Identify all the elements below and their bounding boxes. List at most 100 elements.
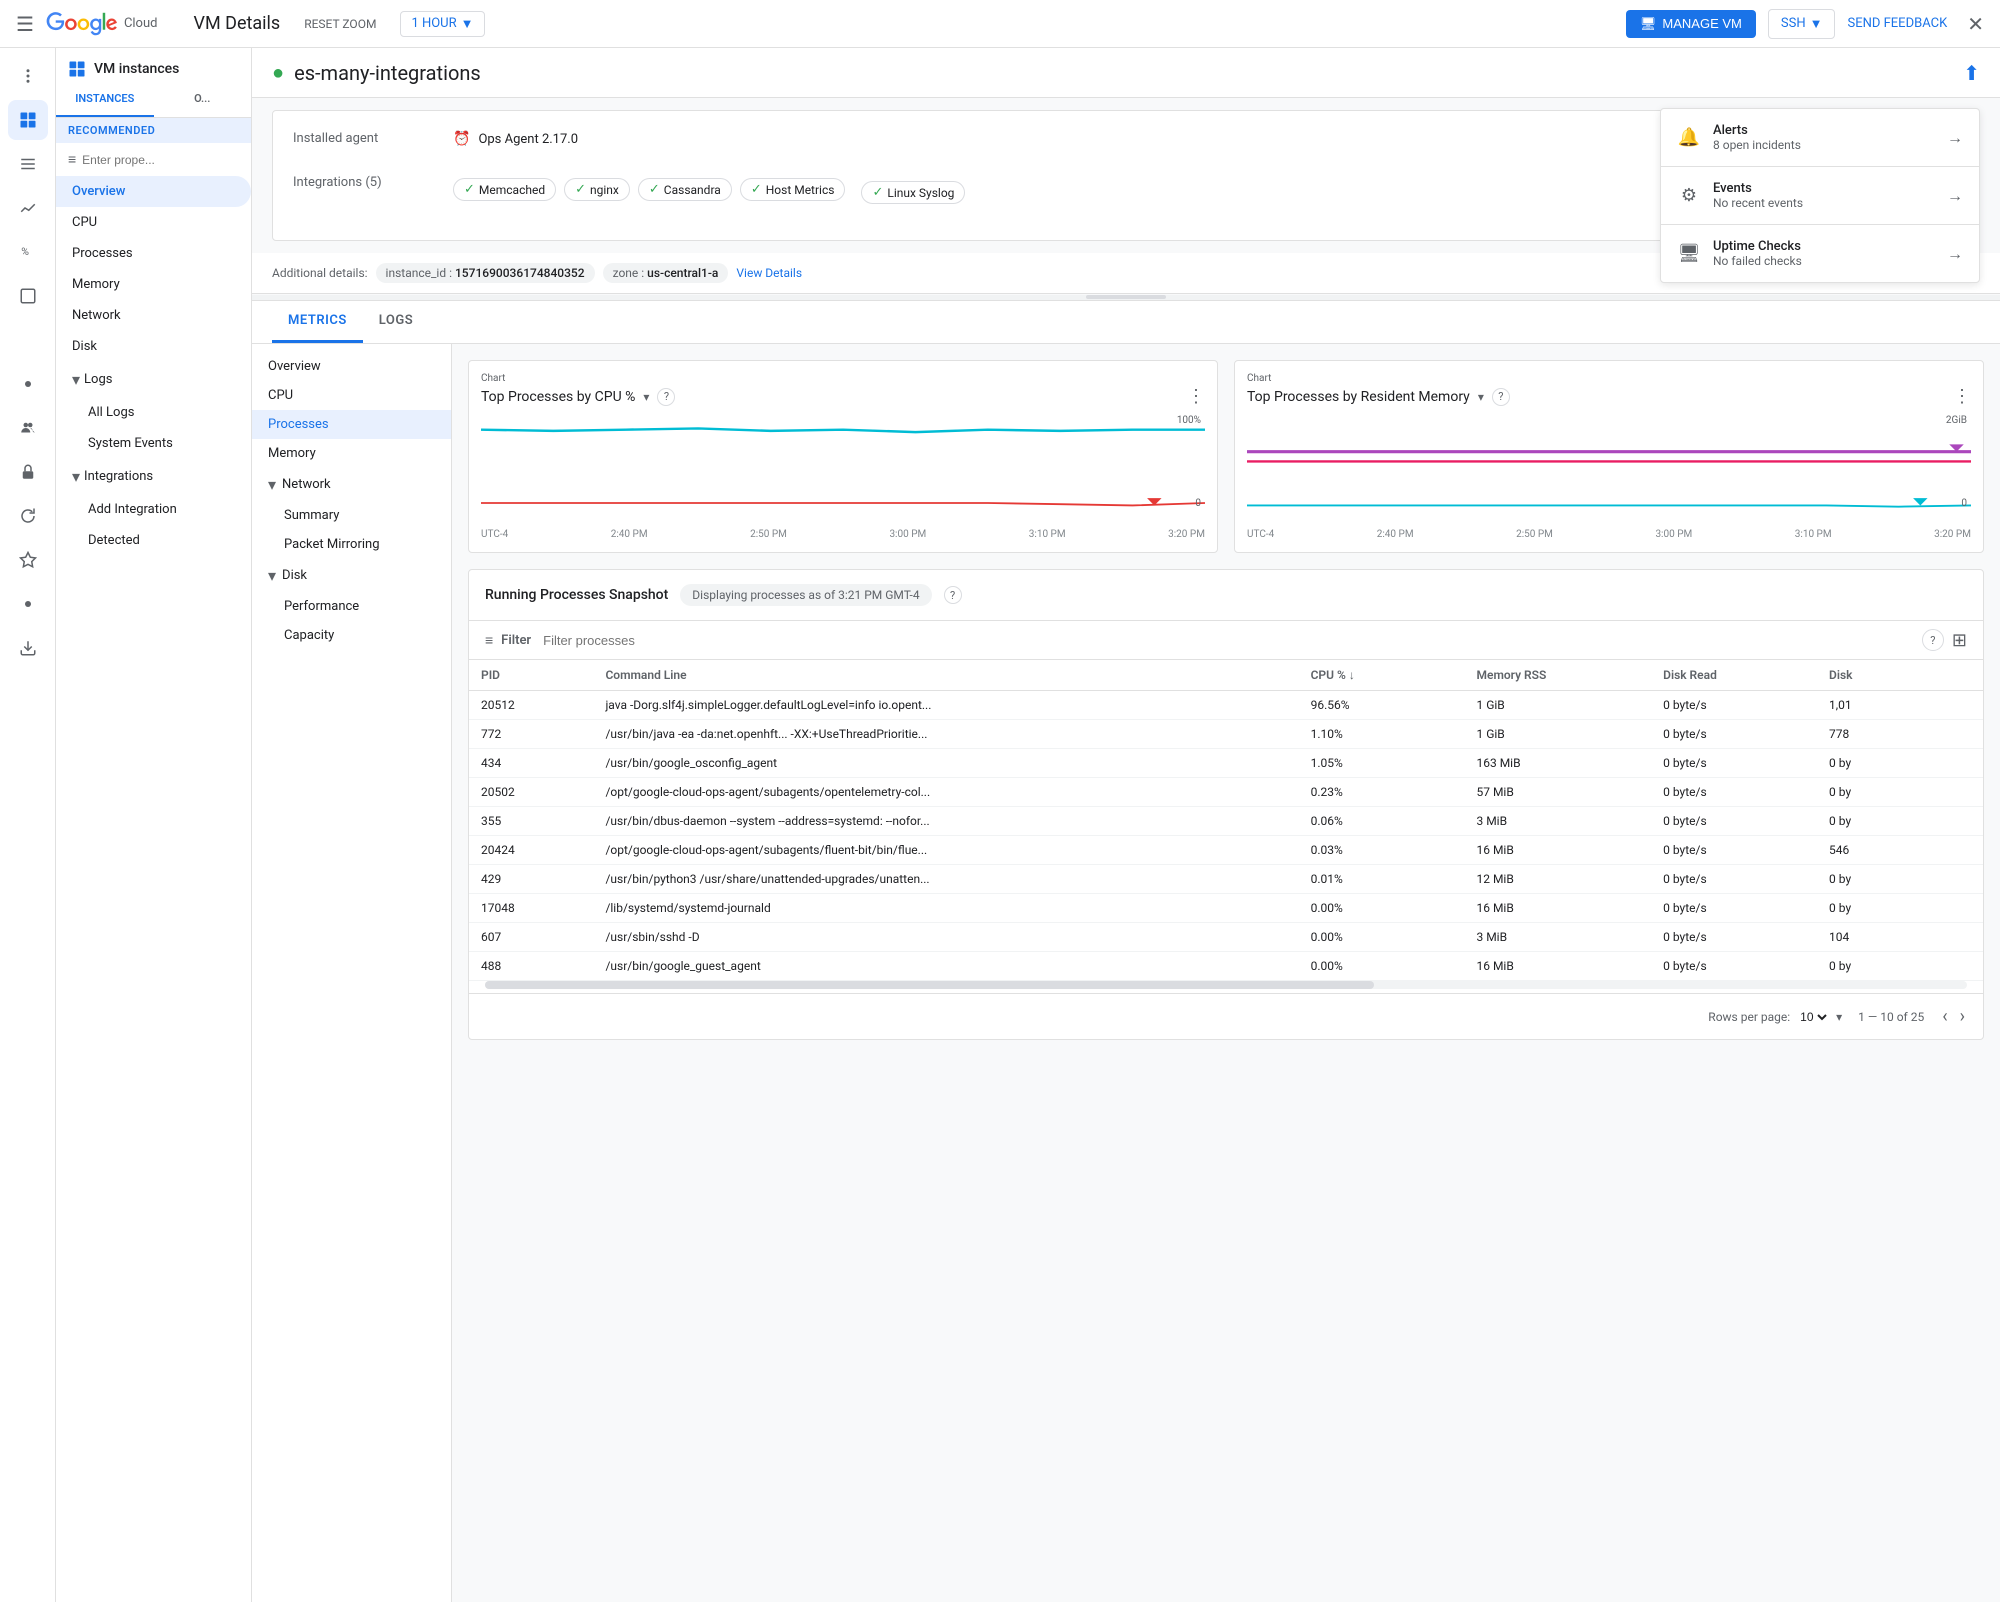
nav-item-cpu[interactable]: CPU [56, 207, 251, 238]
prev-page-button[interactable]: ‹ [1940, 1004, 1949, 1029]
arrow-right-icon: → [1947, 128, 1963, 148]
cell-dwrite: 0 by [1817, 865, 1983, 894]
tree-summary[interactable]: Summary [252, 501, 451, 530]
nav-item-logs[interactable]: ▾ Logs [56, 362, 251, 397]
close-button[interactable]: ✕ [1967, 12, 1984, 36]
filter-processes-input[interactable] [543, 633, 1914, 648]
view-details-link[interactable]: View Details [736, 266, 802, 280]
chevron-disk-icon: ▾ [268, 566, 276, 585]
filter-help-icon[interactable]: ? [1922, 629, 1944, 651]
snapshot-header: Running Processes Snapshot Displaying pr… [469, 570, 1983, 621]
sidebar-icon-box[interactable] [8, 276, 48, 316]
nav-item-disk[interactable]: Disk [56, 331, 251, 362]
sidebar-icon-groups[interactable] [8, 408, 48, 448]
cell-mem: 16 MiB [1464, 836, 1651, 865]
chart-cpu-time-axis: UTC-4 2:40 PM 2:50 PM 3:00 PM 3:10 PM 3:… [481, 529, 1205, 540]
tree-cpu[interactable]: CPU [252, 381, 451, 410]
columns-icon[interactable]: ⊞ [1952, 630, 1967, 651]
tree-capacity[interactable]: Capacity [252, 621, 451, 650]
tab-other[interactable]: O... [154, 82, 252, 117]
time-selector[interactable]: 1 HOUR ▼ [400, 11, 484, 37]
nav-item-memory[interactable]: Memory [56, 269, 251, 300]
tab-instances[interactable]: INSTANCES [56, 82, 154, 117]
sidebar-icon-dot2[interactable] [8, 584, 48, 624]
chart-mem-dropdown-icon[interactable]: ▾ [1478, 390, 1484, 404]
tree-disk[interactable]: ▾ Disk [252, 559, 451, 592]
check-icon-5: ✓ [872, 185, 883, 200]
sidebar-icon-download[interactable] [8, 628, 48, 668]
nav-item-integrations[interactable]: ▾ Integrations [56, 459, 251, 494]
nav-item-detected[interactable]: Detected [56, 525, 251, 556]
table-row: 772 /usr/bin/java -ea -da:net.openhft...… [469, 720, 1983, 749]
sidebar-title: VM instances [56, 48, 251, 82]
expand-icon[interactable]: ⬆ [1963, 61, 1980, 85]
chart-row: Chart Top Processes by CPU % ▾ ? ⋮ 100% … [468, 360, 1984, 553]
sidebar-icon-lock[interactable] [8, 452, 48, 492]
cell-dread: 0 byte/s [1651, 749, 1817, 778]
chart-mem-y-max: 2GiB [1946, 415, 1967, 426]
sidebar-icon-dots[interactable] [8, 56, 48, 96]
table-row: 434 /usr/bin/google_osconfig_agent 1.05%… [469, 749, 1983, 778]
nav-item-add-integration[interactable]: Add Integration [56, 494, 251, 525]
tree-performance[interactable]: Performance [252, 592, 451, 621]
cell-cpu: 0.00% [1299, 923, 1465, 952]
nav-item-system-events[interactable]: System Events [56, 428, 251, 459]
cell-pid: 434 [469, 749, 593, 778]
chart-cpu-help-icon[interactable]: ? [657, 388, 675, 406]
tree-packet-mirroring[interactable]: Packet Mirroring [252, 530, 451, 559]
sidebar-icon-percent[interactable]: % [8, 232, 48, 272]
sidebar-icon-chart[interactable] [8, 188, 48, 228]
nav-item-all-logs[interactable]: All Logs [56, 397, 251, 428]
cell-pid: 429 [469, 865, 593, 894]
next-page-button[interactable]: › [1958, 1004, 1967, 1029]
snapshot-help-icon[interactable]: ? [944, 586, 962, 604]
rows-per-page: Rows per page: 10 25 50 ▾ [1708, 1009, 1842, 1025]
cell-dwrite: 104 [1817, 923, 1983, 952]
cell-dread: 0 byte/s [1651, 865, 1817, 894]
zone-key: zone [613, 266, 639, 280]
time-value: 1 HOUR [411, 16, 456, 31]
sidebar-icon-star[interactable] [8, 540, 48, 580]
filter-input[interactable] [82, 153, 239, 167]
top-nav: ☰ Cloud VM Details RESET ZOOM 1 HOUR ▼ 🖥… [0, 0, 2000, 48]
integrations-label: Integrations (5) [293, 175, 453, 190]
tree-memory[interactable]: Memory [252, 439, 451, 468]
alerts-item[interactable]: 🔔 Alerts 8 open incidents → [1661, 109, 1979, 167]
sidebar-icon-list[interactable] [8, 144, 48, 184]
cell-cmd: java -Dorg.slf4j.simpleLogger.defaultLog… [593, 691, 1298, 720]
chart-mem-help-icon[interactable]: ? [1492, 388, 1510, 406]
chart-cpu-header: Top Processes by CPU % ▾ ? ⋮ [481, 386, 1205, 407]
manage-vm-button[interactable]: 🖥 MANAGE VM [1626, 10, 1756, 38]
tab-logs[interactable]: LOGS [363, 301, 429, 343]
cell-mem: 12 MiB [1464, 865, 1651, 894]
uptime-item[interactable]: 🖥 Uptime Checks No failed checks → [1661, 225, 1979, 282]
events-icon: ⚙ [1677, 185, 1701, 206]
sidebar-icon-cycle[interactable] [8, 496, 48, 536]
sidebar-icon-dot1[interactable] [8, 364, 48, 404]
hamburger-icon[interactable]: ☰ [16, 12, 34, 36]
chart-mem-more-icon[interactable]: ⋮ [1953, 386, 1971, 407]
chart-cpu: Chart Top Processes by CPU % ▾ ? ⋮ 100% … [468, 360, 1218, 553]
chart-cpu-more-icon[interactable]: ⋮ [1187, 386, 1205, 407]
reset-zoom-btn[interactable]: RESET ZOOM [296, 13, 384, 35]
ssh-button[interactable]: SSH ▼ [1768, 9, 1836, 39]
tree-overview[interactable]: Overview [252, 352, 451, 381]
horizontal-scrollbar[interactable] [485, 981, 1967, 989]
snapshot-chip: Displaying processes as of 3:21 PM GMT-4 [680, 584, 931, 606]
nav-item-processes[interactable]: Processes [56, 238, 251, 269]
tree-network[interactable]: ▾ Network [252, 468, 451, 501]
snapshot-title: Running Processes Snapshot [485, 587, 668, 603]
nav-item-overview[interactable]: Overview [56, 176, 251, 207]
col-cpu[interactable]: CPU % ↓ [1299, 660, 1465, 691]
nav-item-network[interactable]: Network [56, 300, 251, 331]
check-icon: ✓ [464, 182, 475, 197]
tree-processes[interactable]: Processes [252, 410, 451, 439]
tag-linux-syslog: ✓ Linux Syslog [861, 181, 965, 204]
events-item[interactable]: ⚙ Events No recent events → [1661, 167, 1979, 225]
rows-select[interactable]: 10 25 50 [1796, 1009, 1830, 1025]
tab-metrics[interactable]: METRICS [272, 301, 363, 343]
sidebar-icon-instances[interactable] [8, 100, 48, 140]
send-feedback-link[interactable]: SEND FEEDBACK [1847, 16, 1947, 31]
chart-cpu-dropdown-icon[interactable]: ▾ [643, 390, 649, 404]
table-row: 17048 /lib/systemd/systemd-journald 0.00… [469, 894, 1983, 923]
